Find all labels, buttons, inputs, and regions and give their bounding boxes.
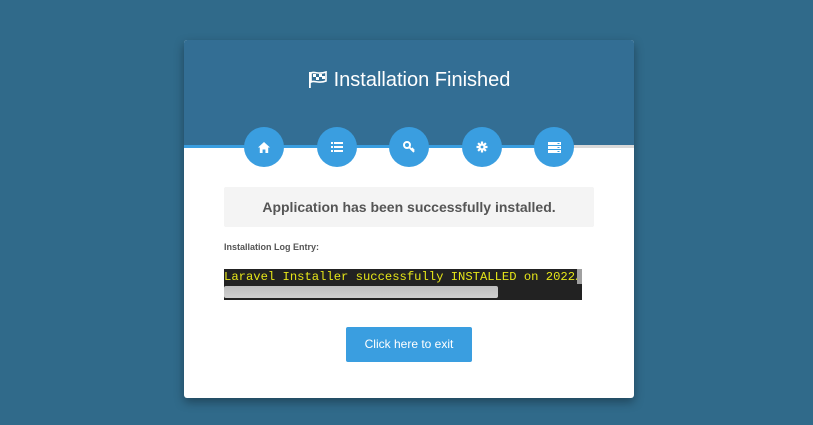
- log-entry-text: Laravel Installer successfully INSTALLED…: [224, 270, 577, 284]
- log-vertical-scrollbar[interactable]: [577, 269, 582, 284]
- step-welcome[interactable]: [244, 127, 284, 167]
- gear-icon: [476, 141, 488, 153]
- step-indicator: [184, 127, 634, 167]
- step-permissions[interactable]: [389, 127, 429, 167]
- step-requirements[interactable]: [317, 127, 357, 167]
- page-title-text: Installation Finished: [333, 69, 511, 91]
- flag-checkered-icon: [308, 70, 328, 96]
- installation-log[interactable]: Laravel Installer successfully INSTALLED…: [224, 269, 582, 300]
- list-icon: [331, 142, 343, 152]
- home-icon: [258, 141, 270, 153]
- page-title: Installation Finished: [184, 67, 634, 96]
- log-label: Installation Log Entry:: [224, 242, 320, 252]
- server-icon: [547, 141, 561, 153]
- success-message: Application has been successfully instal…: [224, 187, 594, 227]
- step-environment[interactable]: [462, 127, 502, 167]
- step-database[interactable]: [534, 127, 574, 167]
- installer-card: Installation Finished Application has be…: [184, 40, 634, 398]
- key-icon: [403, 141, 415, 153]
- log-horizontal-scrollbar[interactable]: [224, 286, 498, 298]
- exit-button[interactable]: Click here to exit: [346, 327, 472, 362]
